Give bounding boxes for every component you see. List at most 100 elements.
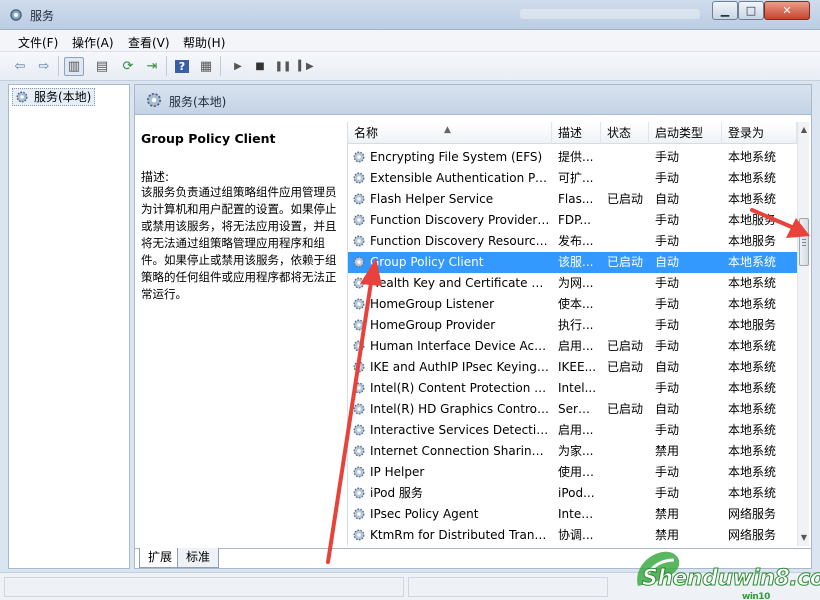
tree-node-services-local[interactable]: 服务(本地) — [12, 88, 96, 106]
back-button[interactable]: ⇦ — [10, 57, 30, 76]
help-button[interactable]: ? — [172, 57, 192, 76]
table-row[interactable]: Interactive Services Detection 启用... 手动 本地系… — [348, 420, 797, 441]
service-logon-as: 本地系统 — [728, 171, 777, 185]
table-row[interactable]: Group Policy Client 该服... 已启动 自动 本地系统 — [348, 252, 797, 273]
show-hide-console-tree-button[interactable]: ▥ — [64, 57, 84, 76]
service-logon-as: 网络服务 — [728, 507, 777, 521]
menu-view[interactable]: 查看(V) — [128, 34, 170, 51]
table-row[interactable]: Internet Connection Sharing (... 为家... 禁用 本… — [348, 441, 797, 462]
table-row[interactable]: IKE and AuthIP IPsec Keying ... IKEE... 已启… — [348, 357, 797, 378]
service-status: 已启动 — [607, 360, 644, 374]
status-cell — [4, 577, 404, 597]
service-name: Internet Connection Sharing (... — [370, 444, 550, 458]
service-startup-type: 手动 — [655, 465, 680, 479]
service-gear-icon — [353, 214, 365, 226]
table-row[interactable]: Function Discovery Provider ... FDP... 手动 本… — [348, 210, 797, 231]
service-description-panel: Group Policy Client 描述: 该服务负责通过组策略组件应用管理… — [135, 116, 345, 546]
table-row[interactable]: Intel(R) Content Protection H... Intel...… — [348, 378, 797, 399]
description-text: 该服务负责通过组策略组件应用管理员为计算机和用户配置的设置。如果停止或禁用该服务… — [141, 185, 337, 301]
service-name: Function Discovery Provider ... — [370, 213, 550, 227]
maximize-icon: □ — [745, 4, 757, 17]
table-row[interactable]: Flash Helper Service Flas... 已启动 自动 本地系统 — [348, 189, 797, 210]
table-row[interactable]: Health Key and Certificate M... 为网... 手动 本地… — [348, 273, 797, 294]
menu-bar: 文件(F) 操作(A) 查看(V) 帮助(H) — [0, 30, 820, 52]
table-row[interactable]: IPsec Policy Agent Inter... 禁用 网络服务 — [348, 504, 797, 525]
details-pane: 服务(本地) Group Policy Client 描述: 该服务负责通过组策… — [134, 84, 812, 569]
service-startup-type: 禁用 — [655, 507, 680, 521]
properties-button[interactable]: ▤ — [92, 57, 112, 76]
column-header-row: 名称 ▲ 描述 状态 启动类型 登录为 — [348, 122, 797, 144]
service-gear-icon — [353, 151, 365, 163]
column-header-description-label: 描述 — [558, 126, 583, 140]
menu-file[interactable]: 文件(F) — [18, 34, 58, 51]
column-header-logon-label: 登录为 — [728, 126, 765, 140]
table-row[interactable]: Encrypting File System (EFS) 提供... 手动 本地系统 — [348, 147, 797, 168]
service-logon-as: 本地系统 — [728, 339, 777, 353]
column-header-logon-as[interactable]: 登录为 — [722, 122, 797, 144]
menu-help[interactable]: 帮助(H) — [183, 34, 225, 51]
scrollbar-thumb[interactable] — [799, 218, 809, 266]
service-startup-type: 自动 — [655, 360, 680, 374]
maximize-button[interactable]: □ — [738, 1, 764, 20]
close-button[interactable]: ✕ — [764, 1, 810, 20]
restart-service-button[interactable]: ▍▶ — [296, 57, 316, 76]
service-logon-as: 本地系统 — [728, 297, 777, 311]
stop-service-button[interactable]: ■ — [250, 57, 270, 76]
service-description: Intel... — [558, 381, 596, 395]
minimize-button[interactable]: ▁ — [712, 1, 738, 20]
column-header-startup-type[interactable]: 启动类型 — [649, 122, 722, 144]
service-startup-type: 手动 — [655, 234, 680, 248]
column-header-status[interactable]: 状态 — [601, 122, 649, 144]
table-row[interactable]: KtmRm for Distributed Trans... 协调... 禁用 网络服… — [348, 525, 797, 546]
pause-service-button[interactable]: ❚❚ — [273, 57, 293, 76]
service-name: iPod 服务 — [370, 486, 423, 500]
status-cell — [408, 577, 608, 597]
table-row[interactable]: Function Discovery Resource ... 发布... 手动 本地… — [348, 231, 797, 252]
export-list-button[interactable]: ⇥ — [142, 57, 162, 76]
service-gear-icon — [353, 298, 365, 310]
properties-icon: ▤ — [95, 59, 109, 74]
refresh-button[interactable]: ⟳ — [118, 57, 138, 76]
table-row[interactable]: Extensible Authentication Pro... 可扩... 手动 本… — [348, 168, 797, 189]
table-row[interactable]: HomeGroup Listener 使本... 手动 本地系统 — [348, 294, 797, 315]
service-gear-icon — [353, 340, 365, 352]
service-startup-type: 手动 — [655, 339, 680, 353]
table-row[interactable]: HomeGroup Provider 执行... 手动 本地服务 — [348, 315, 797, 336]
service-startup-type: 手动 — [655, 276, 680, 290]
service-name: Function Discovery Resource ... — [370, 234, 550, 248]
service-startup-type: 自动 — [655, 402, 680, 416]
menu-action[interactable]: 操作(A) — [72, 34, 114, 51]
vertical-scrollbar[interactable]: ▲ ▼ — [797, 122, 809, 546]
service-startup-type: 手动 — [655, 297, 680, 311]
restart-icon: ▍▶ — [298, 61, 314, 72]
help-icon: ? — [174, 60, 190, 73]
tab-extended[interactable]: 扩展 — [139, 548, 182, 568]
service-name: IP Helper — [370, 465, 425, 479]
service-description: 可扩... — [558, 171, 594, 185]
service-logon-as: 本地系统 — [728, 276, 777, 290]
service-gear-icon — [353, 487, 365, 499]
scroll-up-arrow-icon[interactable]: ▲ — [798, 122, 809, 138]
service-gear-icon — [353, 445, 365, 457]
service-description: 启用... — [558, 423, 594, 437]
table-row[interactable]: iPod 服务 iPod... 手动 本地系统 — [348, 483, 797, 504]
service-description: IKEE... — [558, 360, 596, 374]
service-startup-type: 手动 — [655, 423, 680, 437]
title-bar: 服务 ▁ □ ✕ — [0, 0, 820, 30]
service-name: Extensible Authentication Pro... — [370, 171, 550, 185]
service-name: KtmRm for Distributed Trans... — [370, 528, 550, 542]
scroll-down-arrow-icon[interactable]: ▼ — [798, 530, 809, 546]
tab-standard[interactable]: 标准 — [177, 548, 220, 568]
table-row[interactable]: IP Helper 使用 ... 手动 本地系统 — [348, 462, 797, 483]
forward-button[interactable]: ⇨ — [34, 57, 54, 76]
description-label: 描述: — [141, 170, 170, 184]
table-row[interactable]: Human Interface Device Acce... 启用... 已启动 手动… — [348, 336, 797, 357]
table-row[interactable]: Intel(R) HD Graphics Control ... Servi...… — [348, 399, 797, 420]
services-list: 名称 ▲ 描述 状态 启动类型 登录为 Encrypting File Syste… — [347, 122, 809, 546]
column-header-name[interactable]: 名称 ▲ — [348, 122, 552, 144]
service-description: 协调... — [558, 528, 594, 542]
start-service-button[interactable]: ▶ — [228, 57, 248, 76]
column-header-description[interactable]: 描述 — [552, 122, 601, 144]
service-name: Encrypting File System (EFS) — [370, 150, 543, 164]
action-pane-button[interactable]: ▦ — [196, 57, 216, 76]
